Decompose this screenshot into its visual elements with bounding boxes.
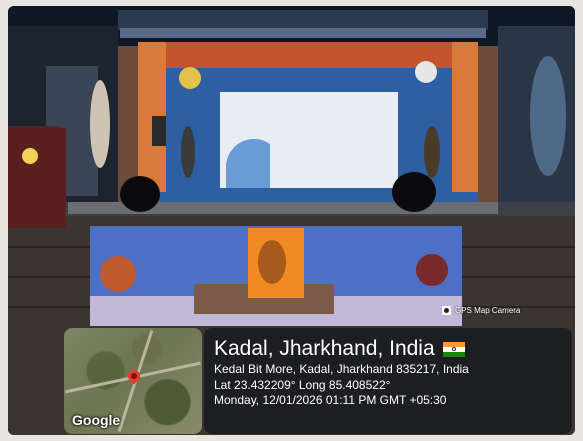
map-camera-icon bbox=[442, 306, 451, 315]
location-title: Kadal, Jharkhand, India bbox=[214, 337, 435, 360]
location-info-panel: Kadal, Jharkhand, India Kedal Bit More, … bbox=[204, 328, 572, 434]
stage-photo: GPS Map Camera Google Kadal, Jharkhand, … bbox=[8, 6, 575, 435]
gps-camera-label: GPS Map Camera bbox=[455, 306, 521, 315]
google-logo: Google bbox=[72, 412, 121, 428]
gps-camera-watermark: GPS Map Camera bbox=[442, 306, 520, 315]
india-flag-icon bbox=[442, 341, 465, 357]
location-title-row: Kadal, Jharkhand, India bbox=[214, 336, 562, 362]
location-datetime: Monday, 12/01/2026 01:11 PM GMT +05:30 bbox=[214, 393, 447, 407]
location-address: Kedal Bit More, Kadal, Jharkhand 835217,… bbox=[214, 362, 469, 376]
location-coordinates: Lat 23.432209° Long 85.408522° bbox=[214, 377, 391, 392]
map-thumbnail: Google bbox=[64, 328, 202, 434]
